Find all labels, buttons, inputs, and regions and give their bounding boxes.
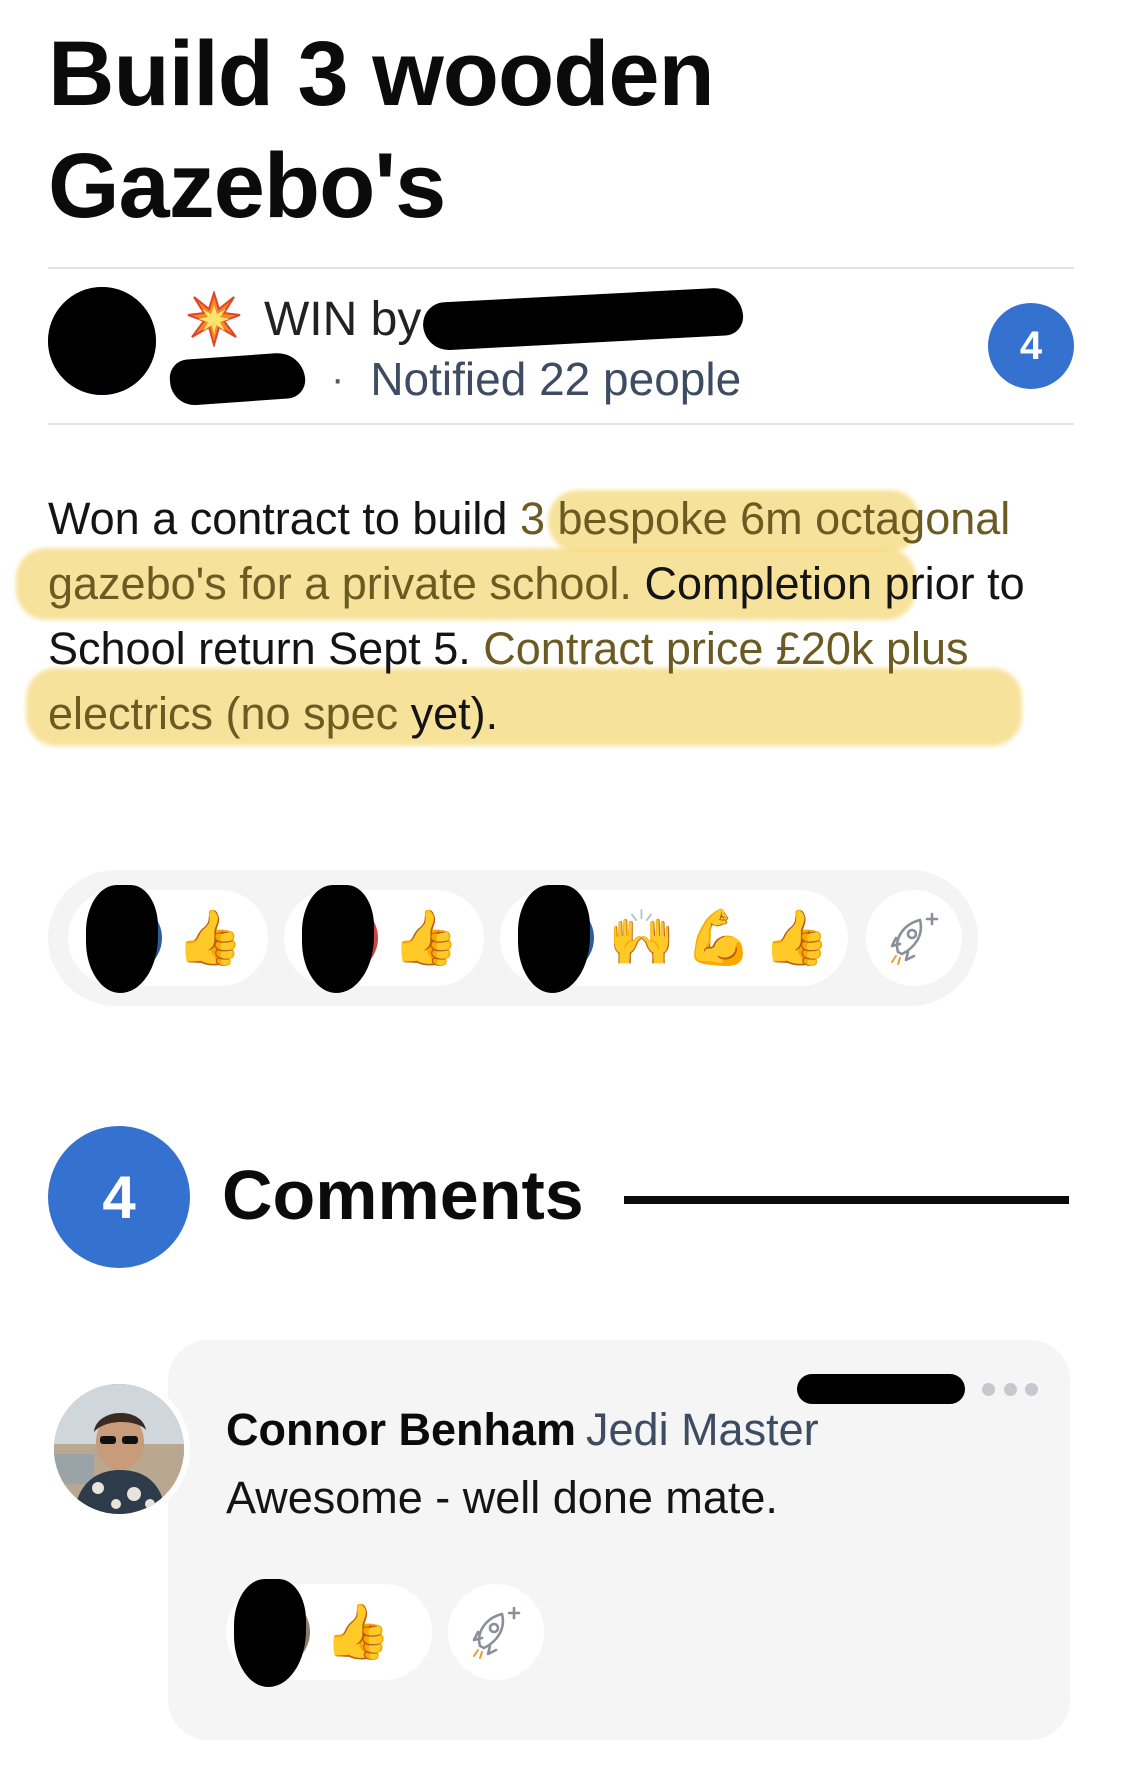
notified-line: · Notified 22 people xyxy=(168,349,741,409)
comments-heading: Comments xyxy=(222,1156,584,1234)
more-dots-icon[interactable] xyxy=(982,1374,1038,1404)
comment-count-badge[interactable]: 4 xyxy=(988,303,1074,389)
thumbs-up-icon: 👍 xyxy=(324,1600,392,1663)
author-surname-redacted xyxy=(168,351,307,407)
reaction-pill[interactable]: 🙌 💪 👍 xyxy=(500,885,848,993)
reaction-pill[interactable]: 👍 xyxy=(284,885,484,993)
notified-text[interactable]: Notified 22 people xyxy=(370,352,741,406)
reactor-avatar xyxy=(234,1579,310,1687)
body-text: Won a contract to build xyxy=(48,493,520,544)
author-name-redacted[interactable] xyxy=(422,286,745,352)
avatar-photo xyxy=(54,1384,184,1514)
rocket-add-icon xyxy=(890,912,939,965)
post-type-line: WIN by xyxy=(186,286,745,352)
comments-divider xyxy=(624,1196,1069,1204)
comment-author-name[interactable]: Connor Benham xyxy=(226,1404,576,1455)
comment-author-line: Connor Benham Jedi Master xyxy=(226,1400,819,1460)
post-meta-row: WIN by · Notified 22 people 4 xyxy=(48,267,1074,425)
dot-separator: · xyxy=(331,356,345,401)
post-body: Won a contract to build 3 bespoke 6m oct… xyxy=(48,486,1068,746)
comment-add-reaction-button[interactable] xyxy=(448,1584,544,1680)
rocket-add-icon xyxy=(472,1606,521,1659)
comment-author-role: Jedi Master xyxy=(586,1404,819,1455)
body-text: yet). xyxy=(398,688,499,739)
comment-date-redacted xyxy=(797,1374,965,1404)
thumbs-up-icon: 👍 xyxy=(392,906,460,969)
author-avatar[interactable] xyxy=(48,287,156,395)
raised-hands-icon: 🙌 xyxy=(608,906,676,969)
post-title: Build 3 wooden Gazebo's xyxy=(48,23,715,237)
redaction-mark xyxy=(518,885,590,993)
add-reaction-button[interactable] xyxy=(866,890,962,986)
flexed-biceps-icon: 💪 xyxy=(685,906,753,969)
thumbs-up-icon: 👍 xyxy=(176,906,244,969)
thumbs-up-icon: 👍 xyxy=(762,906,830,969)
redaction-mark xyxy=(48,287,156,395)
reaction-pill[interactable]: 👍 xyxy=(68,885,268,993)
redaction-mark xyxy=(234,1579,306,1687)
post-type-label: WIN by xyxy=(264,292,422,346)
redaction-mark xyxy=(86,885,158,993)
reactor-avatar xyxy=(86,885,162,993)
redaction-mark xyxy=(302,885,374,993)
reactor-avatar xyxy=(518,885,594,993)
comment-reaction-pill[interactable]: 👍 xyxy=(226,1579,432,1687)
reactor-avatar xyxy=(302,885,378,993)
burst-icon xyxy=(187,291,241,347)
comment-author-avatar[interactable] xyxy=(48,1378,190,1520)
reactions-row: 👍 👍 🙌 💪 👍 xyxy=(48,870,978,1006)
comments-count-badge: 4 xyxy=(48,1126,190,1268)
comment-text: Awesome - well done mate. xyxy=(226,1472,778,1523)
